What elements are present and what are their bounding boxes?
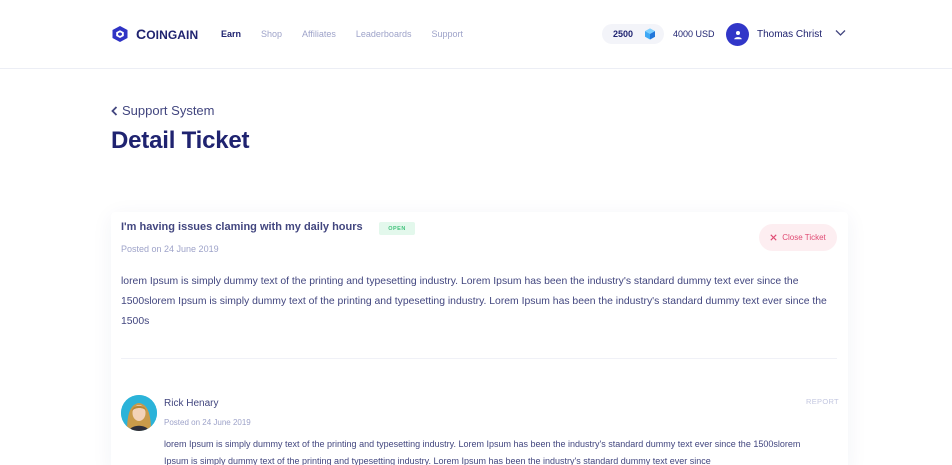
ticket-body: lorem Ipsum is simply dummy text of the … — [121, 276, 827, 327]
brand-name: COINGAIN — [136, 26, 199, 42]
back-link[interactable]: Support System — [111, 103, 215, 118]
cube-logo-icon — [112, 26, 128, 42]
nav-leaderboards[interactable]: Leaderboards — [356, 29, 412, 39]
user-name[interactable]: Thomas Christ — [757, 29, 822, 40]
main-nav: Earn Shop Affiliates Leaderboards Suppor… — [221, 29, 483, 39]
ticket-title: I'm having issues claming with my daily … — [121, 221, 363, 233]
divider — [121, 358, 837, 359]
usd-balance: 4000 USD — [673, 29, 715, 39]
person-photo-icon — [121, 395, 157, 431]
reply-text: lorem Ipsum is simply dummy text of the … — [164, 439, 801, 465]
gem-icon — [645, 28, 656, 40]
user-avatar[interactable] — [726, 23, 749, 46]
reply-author: Rick Henary — [164, 398, 219, 409]
ticket-card: I'm having issues claming with my daily … — [111, 212, 848, 465]
nav-shop[interactable]: Shop — [261, 29, 282, 39]
chevron-left-icon — [111, 105, 118, 116]
user-icon — [733, 30, 742, 39]
chevron-down-icon[interactable] — [835, 29, 846, 37]
balance-widget: 2500 4000 USD — [602, 24, 715, 44]
nav-affiliates[interactable]: Affiliates — [302, 29, 336, 39]
top-header: COINGAIN Earn Shop Affiliates Leaderboar… — [0, 0, 952, 69]
close-ticket-label: Close Ticket — [782, 233, 826, 242]
coin-amount: 2500 — [613, 29, 634, 39]
status-badge: OPEN — [379, 222, 415, 235]
report-link[interactable]: REPORT — [806, 397, 839, 406]
nav-earn[interactable]: Earn — [221, 29, 241, 39]
coin-balance[interactable]: 2500 — [602, 24, 665, 44]
close-ticket-button[interactable]: Close Ticket — [759, 224, 837, 251]
reply-posted-date: Posted on 24 June 2019 — [164, 418, 251, 427]
brand-logo[interactable]: COINGAIN — [111, 25, 198, 43]
page-title: Detail Ticket — [111, 127, 250, 154]
close-icon — [770, 234, 777, 241]
avatar — [121, 395, 157, 431]
nav-support[interactable]: Support — [431, 29, 463, 39]
ticket-posted-date: Posted on 24 June 2019 — [121, 244, 219, 254]
back-label: Support System — [122, 103, 215, 118]
